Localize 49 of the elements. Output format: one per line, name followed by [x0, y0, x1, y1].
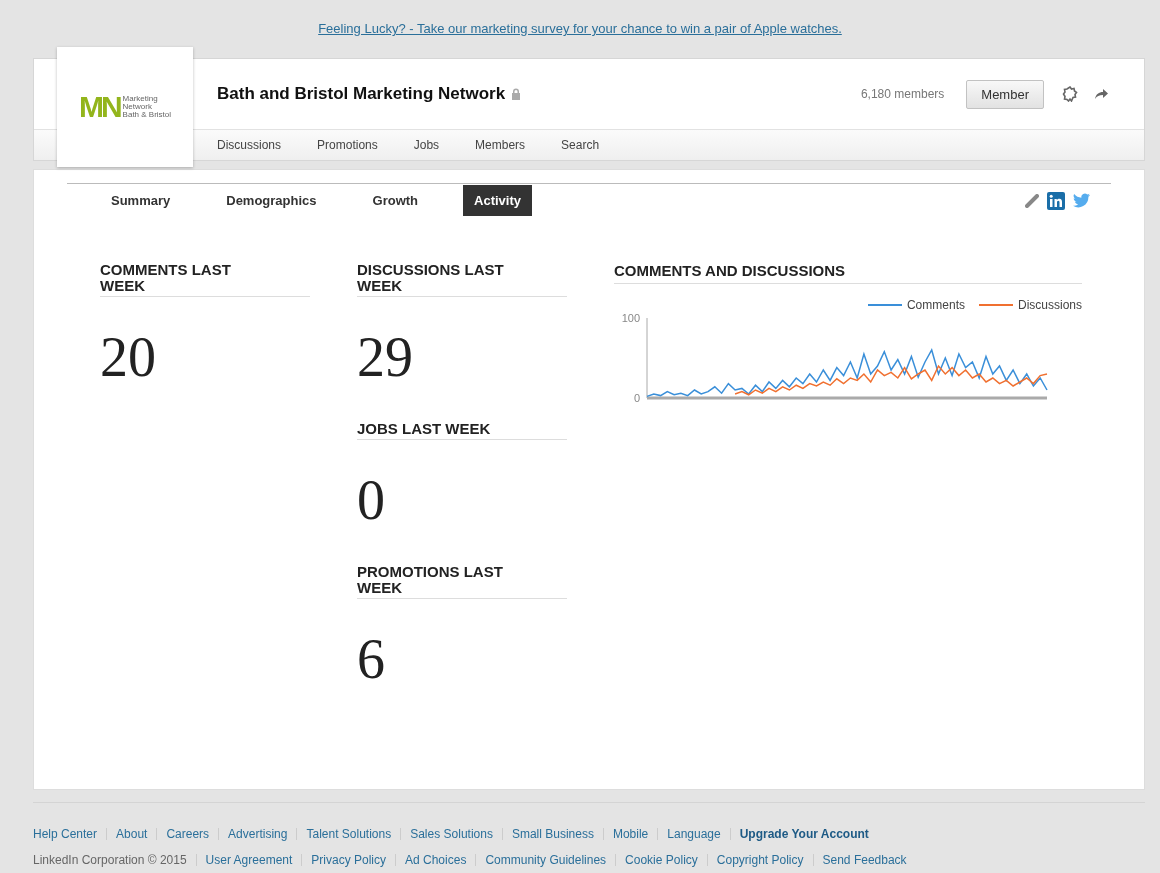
group-nav-link[interactable]: Promotions: [317, 138, 378, 152]
stat-title: PROMOTIONS LAST WEEK: [357, 564, 567, 599]
group-name: Bath and Bristol Marketing Network: [217, 84, 506, 104]
footer-link[interactable]: Send Feedback: [822, 853, 907, 867]
footer-link[interactable]: Ad Choices: [405, 853, 467, 867]
tab[interactable]: Growth: [361, 185, 430, 216]
stat-title: DISCUSSIONS LAST WEEK: [357, 262, 567, 297]
legend-label: Discussions: [1017, 298, 1082, 312]
footer-link[interactable]: Copyright Policy: [716, 853, 804, 867]
copyright-text: LinkedIn Corporation © 2015: [33, 853, 187, 867]
axis-label: 100: [621, 312, 640, 324]
stat-value: 0: [357, 468, 386, 533]
stat-title: COMMENTS LAST WEEK: [100, 262, 310, 297]
legend-label: Comments: [906, 298, 965, 312]
tab[interactable]: Summary: [100, 185, 182, 216]
footer-link[interactable]: Privacy Policy: [311, 853, 386, 867]
footer-link[interactable]: User Agreement: [205, 853, 293, 867]
stat-title: JOBS LAST WEEK: [357, 421, 567, 440]
footer-link[interactable]: About: [116, 827, 148, 841]
footer-link[interactable]: Community Guidelines: [485, 853, 607, 867]
footer-link[interactable]: Language: [667, 827, 721, 841]
footer-link[interactable]: Upgrade Your Account: [739, 827, 869, 841]
group-nav-link[interactable]: Jobs: [413, 138, 440, 152]
linkedin-icon[interactable]: [1047, 191, 1065, 210]
settings-icon[interactable]: [1062, 86, 1078, 102]
survey-link[interactable]: Feeling Lucky? - Take our marketing survey for your chance to win a pair of Apple watches.: [318, 21, 842, 36]
footer-link[interactable]: Cookie Policy: [625, 853, 698, 867]
chart-title: COMMENTS AND DISCUSSIONS: [614, 262, 1082, 284]
tab[interactable]: Activity: [463, 185, 533, 216]
footer-link[interactable]: Talent Solutions: [306, 827, 392, 841]
tab[interactable]: Demographics: [215, 185, 328, 216]
footer-link[interactable]: Small Business: [511, 827, 594, 841]
footer-link[interactable]: Advertising: [228, 827, 288, 841]
member-button[interactable]: Member: [966, 79, 1044, 109]
stat-value: 6: [357, 627, 386, 692]
footer-link[interactable]: Mobile: [612, 827, 649, 841]
group-nav-link[interactable]: Discussions: [217, 138, 282, 152]
stat-value: 29: [357, 325, 414, 390]
member-count: 6,180 members: [860, 87, 945, 101]
group-nav-link[interactable]: Members: [475, 138, 526, 152]
stat-value: 20: [100, 325, 157, 390]
group-nav-link[interactable]: Search: [561, 138, 600, 152]
footer-link[interactable]: Careers: [166, 827, 210, 841]
footer-link[interactable]: Help Center: [33, 827, 98, 841]
link-icon[interactable]: [1025, 193, 1039, 208]
share-arrow-icon[interactable]: [1094, 88, 1108, 100]
axis-label: 0: [633, 392, 640, 404]
footer-link[interactable]: Sales Solutions: [410, 827, 493, 841]
lock-icon: [511, 88, 522, 100]
